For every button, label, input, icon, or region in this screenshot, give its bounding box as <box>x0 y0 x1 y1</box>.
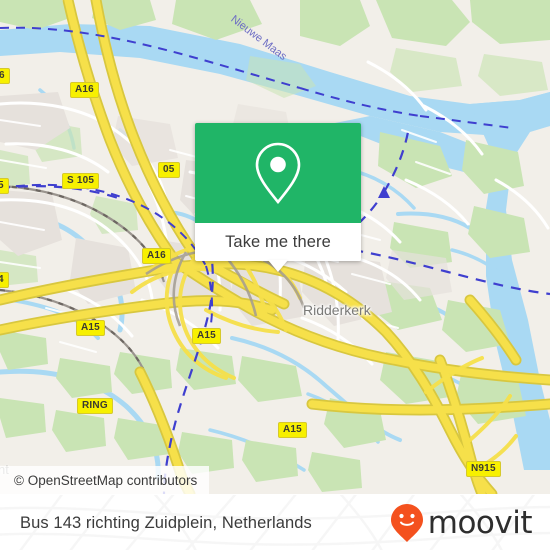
road-shield-s105: S 105 <box>62 173 100 189</box>
road-shield-05: 05 <box>158 162 180 178</box>
osm-attribution[interactable]: © OpenStreetMap contributors <box>0 466 210 494</box>
map-canvas[interactable]: Ridderkerk Nieuwe Maas nt A16 S 105 05 6… <box>0 0 550 494</box>
moovit-pin-smiley-icon <box>390 504 423 542</box>
road-shield-edge-6: 6 <box>0 68 10 84</box>
popup-tail-pointer <box>268 260 288 272</box>
road-shield-n915: N915 <box>466 461 501 477</box>
popup-image-area <box>195 123 361 223</box>
take-me-there-button[interactable]: Take me there <box>195 223 361 261</box>
moovit-wordmark: moovit <box>427 504 533 541</box>
road-shield-a16-mid: A16 <box>142 248 171 264</box>
moovit-brand[interactable]: moovit <box>390 495 533 550</box>
map-pin-icon <box>255 142 301 205</box>
road-shield-a15-south: A15 <box>278 422 307 438</box>
road-shield-a15-mid: A15 <box>192 328 221 344</box>
page-title: Bus 143 richting Zuidplein, Netherlands <box>20 513 312 532</box>
map-label-ridderkerk: Ridderkerk <box>303 302 371 318</box>
map-screenshot: Ridderkerk Nieuwe Maas nt A16 S 105 05 6… <box>0 0 550 550</box>
map-popup-card[interactable]: Take me there <box>195 123 361 272</box>
road-shield-edge-5: 5 <box>0 178 9 194</box>
footer-bar: Bus 143 richting Zuidplein, Netherlands … <box>0 494 550 550</box>
road-shield-a15-west: A15 <box>76 320 105 336</box>
road-shield-a16-north: A16 <box>70 82 99 98</box>
road-shield-ring: RING <box>77 398 113 414</box>
road-shield-edge-4: 4 <box>0 272 9 288</box>
